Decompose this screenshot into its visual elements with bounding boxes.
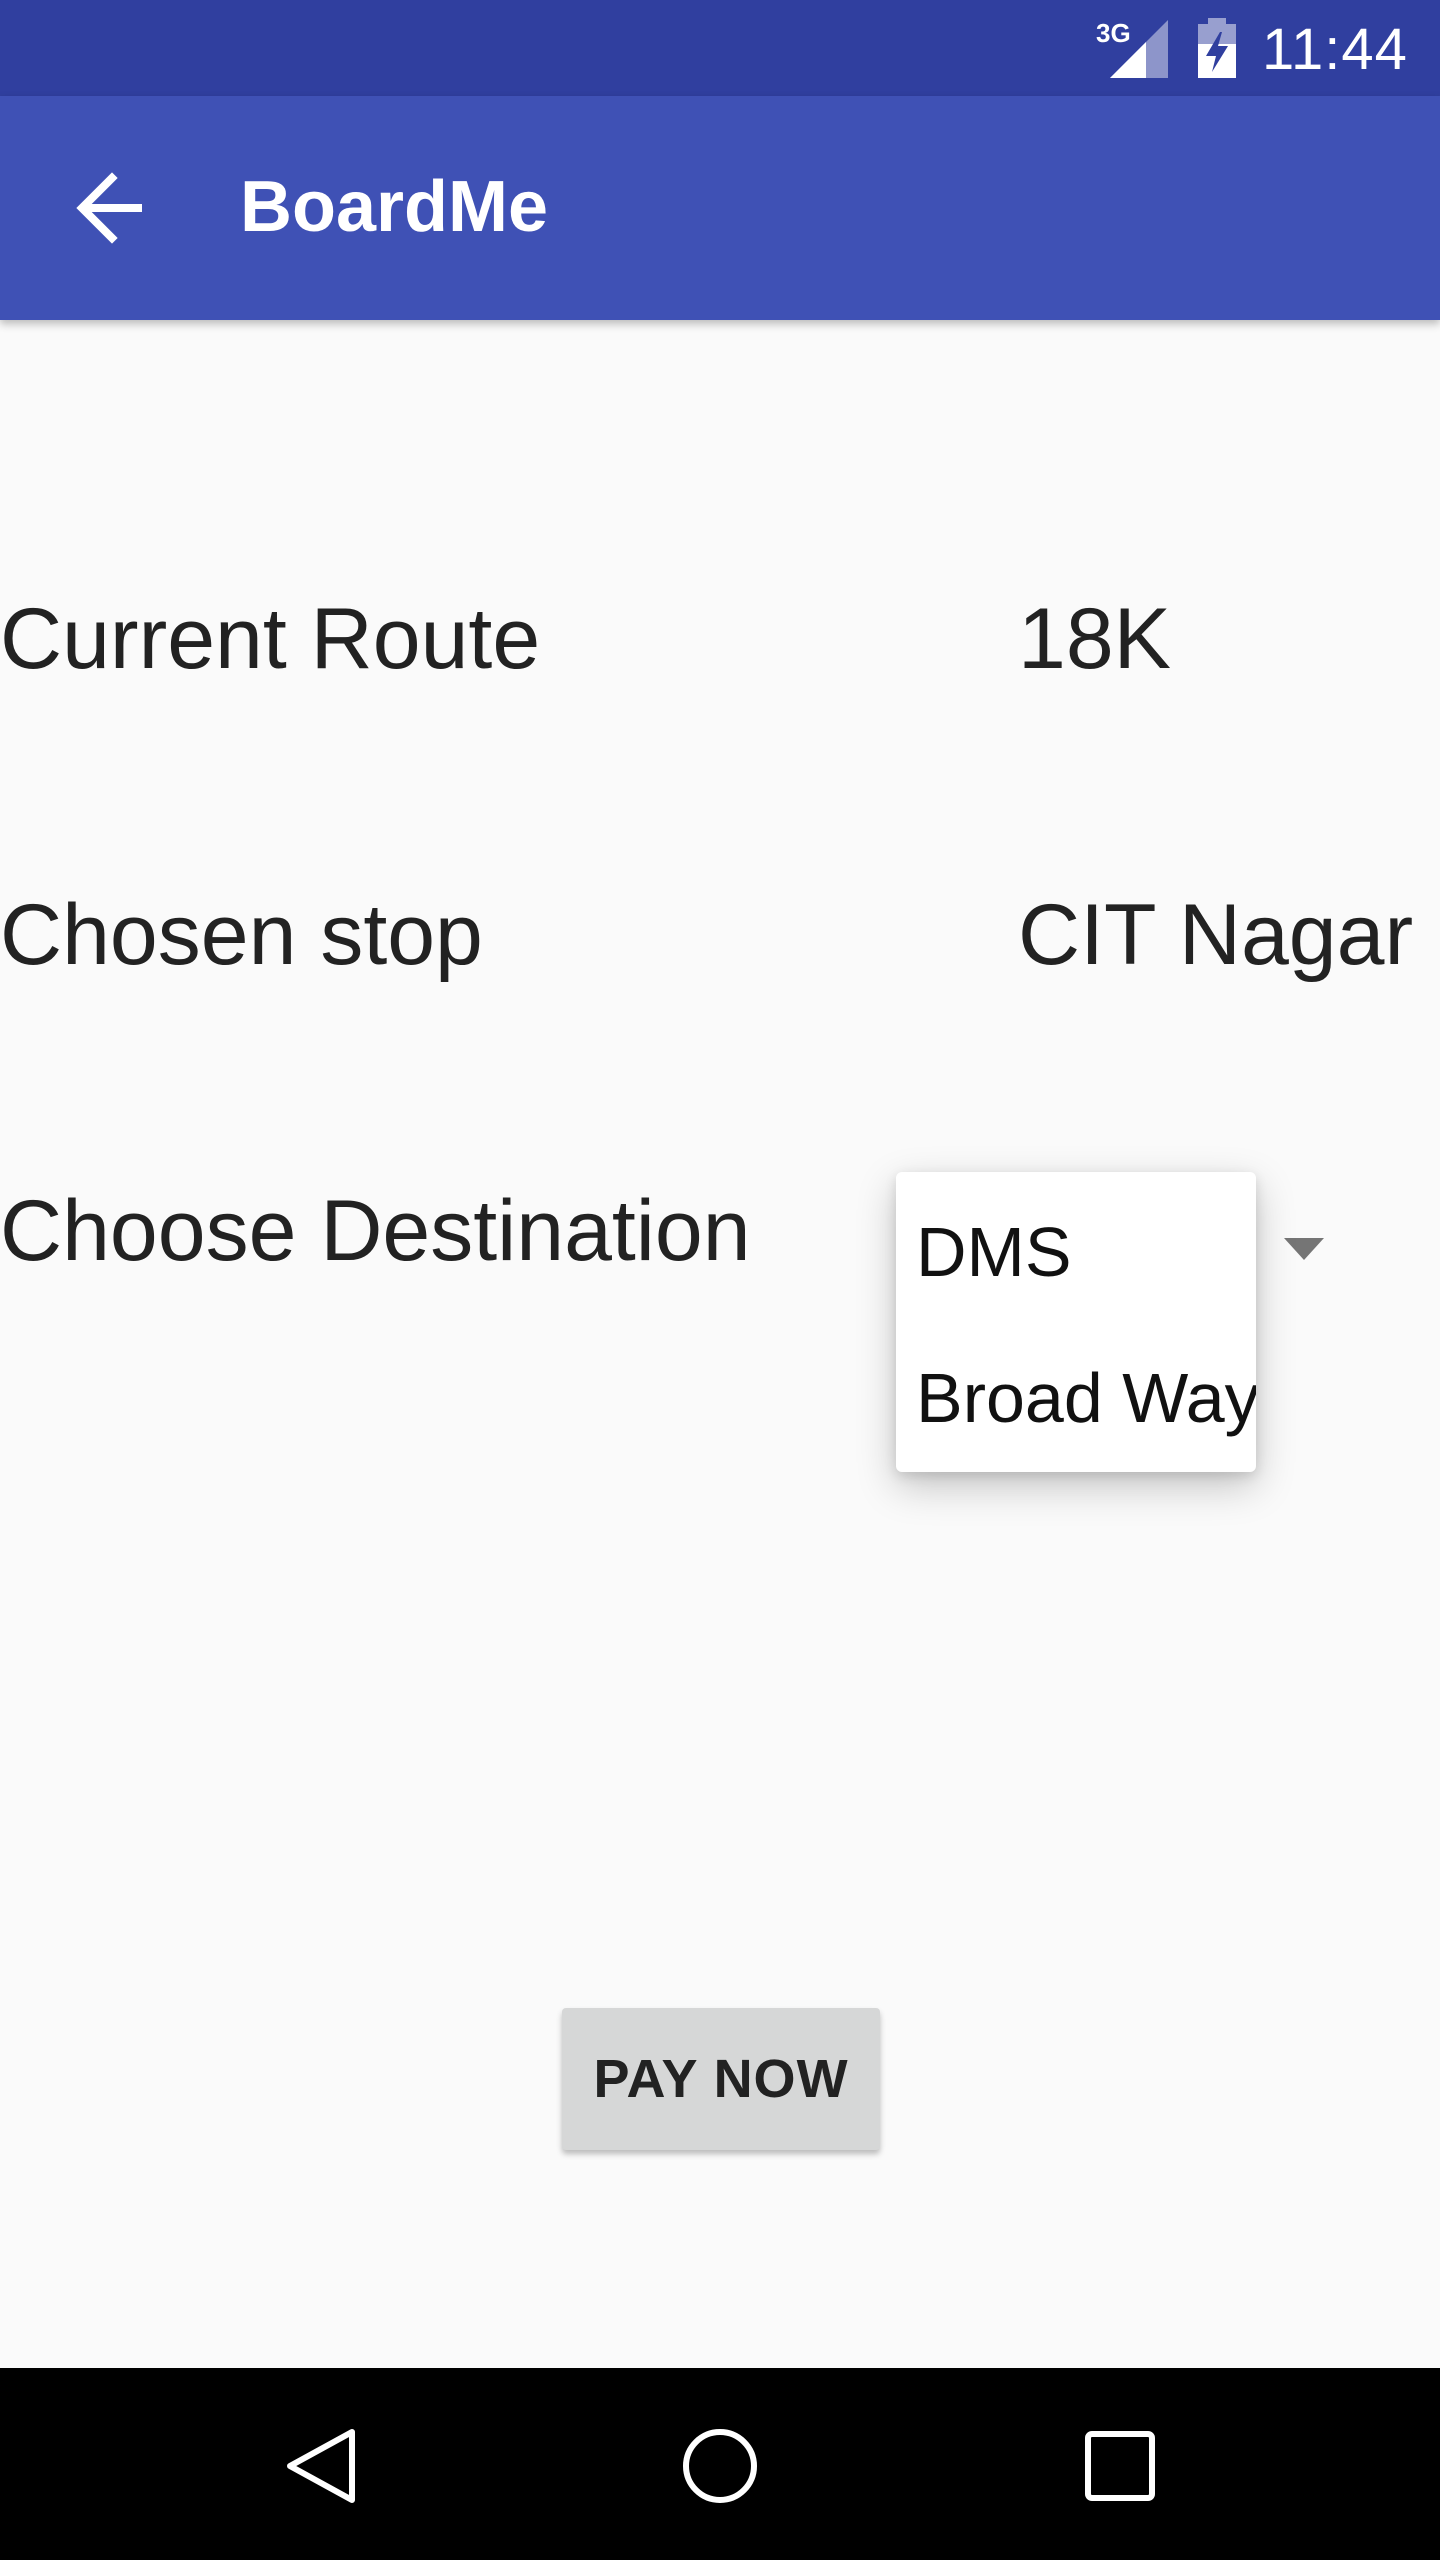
- cell-signal-icon: 3G: [1096, 18, 1168, 78]
- app-title: BoardMe: [240, 167, 549, 247]
- nav-home-icon[interactable]: [680, 2426, 760, 2506]
- destination-option-dms[interactable]: DMS: [916, 1212, 1072, 1292]
- destination-option-broad-way[interactable]: Broad Way: [916, 1358, 1256, 1438]
- pay-now-button[interactable]: PAY NOW: [562, 2008, 880, 2150]
- dropdown-arrow-icon[interactable]: [1282, 1236, 1326, 1262]
- status-clock: 11:44: [1262, 17, 1408, 82]
- current-route-label: Current Route: [0, 591, 541, 687]
- nav-back-icon[interactable]: [282, 2426, 362, 2506]
- nav-recents-icon[interactable]: [1080, 2426, 1160, 2506]
- chosen-stop-value: CIT Nagar: [1018, 887, 1414, 983]
- destination-dropdown-menu: DMS Broad Way: [896, 1172, 1256, 1472]
- chosen-stop-label: Chosen stop: [0, 887, 483, 983]
- current-route-value: 18K: [1018, 591, 1172, 687]
- choose-destination-label: Choose Destination: [0, 1183, 751, 1279]
- battery-charging-icon: [1196, 18, 1238, 78]
- arrow-back-icon[interactable]: [72, 172, 152, 244]
- navigation-bar: [0, 2368, 1440, 2560]
- status-bar: 3G 11:44: [0, 0, 1440, 96]
- app-bar: BoardMe: [0, 96, 1440, 320]
